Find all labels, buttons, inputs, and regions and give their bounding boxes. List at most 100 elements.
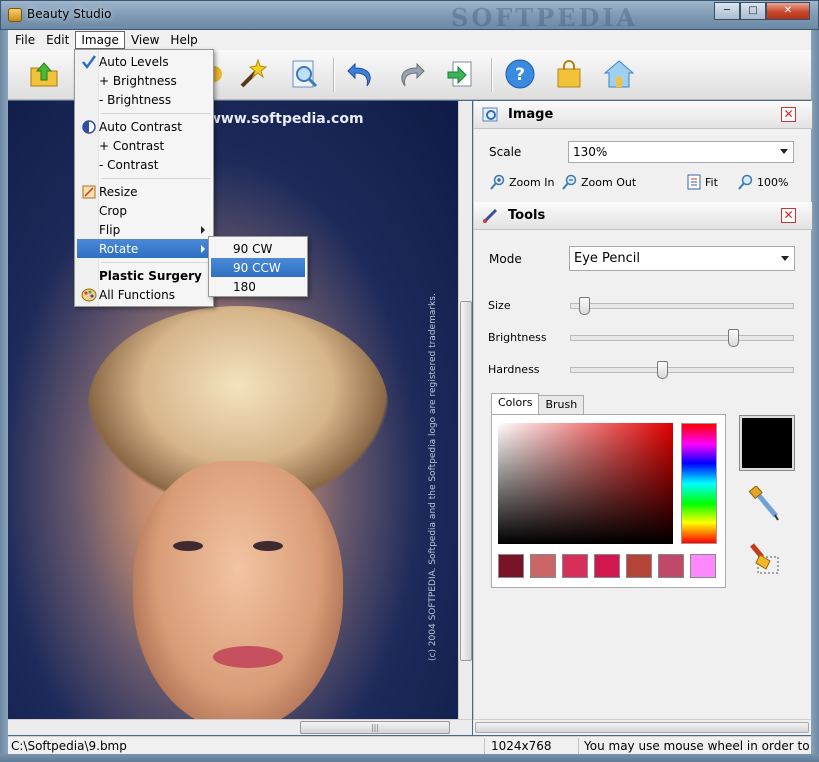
menu-item-plus-contrast[interactable]: + Contrast — [77, 136, 211, 155]
hardness-label: Hardness — [488, 363, 540, 376]
menu-item-label: - Brightness — [99, 93, 172, 107]
menu-item-crop[interactable]: Crop — [77, 201, 211, 220]
menu-item-label: Plastic Surgery — [99, 269, 202, 283]
menu-item-label: - Contrast — [99, 158, 159, 172]
color-swatch[interactable] — [498, 554, 524, 578]
mode-select[interactable]: Eye Pencil — [569, 246, 795, 271]
photo-face — [133, 461, 343, 719]
rotate-submenu: 90 CW 90 CCW 180 — [208, 236, 308, 297]
status-separator — [578, 738, 579, 754]
side-panel-scrollbar[interactable] — [473, 719, 811, 735]
menu-item-resize[interactable]: Resize — [77, 182, 211, 201]
zoom-out-label: Zoom Out — [581, 175, 637, 189]
menu-file[interactable]: File — [10, 32, 40, 48]
submenu-item-180[interactable]: 180 — [211, 277, 305, 296]
actual-size-button[interactable]: 100% — [738, 174, 788, 190]
brightness-slider-knob[interactable] — [727, 329, 739, 347]
mode-label: Mode — [489, 252, 522, 266]
brightness-slider-track — [570, 335, 794, 341]
menu-item-minus-brightness[interactable]: - Brightness — [77, 90, 211, 109]
submenu-item-90-ccw[interactable]: 90 CCW — [211, 258, 305, 277]
image-panel-header[interactable]: Image ✕ — [474, 101, 812, 129]
menu-item-auto-levels[interactable]: Auto Levels — [77, 52, 211, 71]
menu-item-label: Auto Contrast — [99, 120, 182, 134]
saturation-value-picker[interactable] — [498, 423, 673, 544]
zoom-out-button[interactable]: Zoom Out — [562, 174, 636, 190]
help-icon[interactable]: ? — [504, 58, 536, 90]
hardness-slider[interactable] — [570, 361, 794, 379]
menu-item-all-functions[interactable]: All Functions — [77, 285, 211, 304]
scale-select[interactable]: 130% — [568, 141, 794, 163]
menu-item-minus-contrast[interactable]: - Contrast — [77, 155, 211, 174]
menu-item-flip[interactable]: Flip — [77, 220, 211, 239]
fit-button[interactable]: Fit — [686, 174, 718, 190]
menu-edit[interactable]: Edit — [41, 32, 74, 48]
hardness-slider-track — [570, 367, 794, 373]
menu-item-auto-contrast[interactable]: Auto Contrast — [77, 117, 211, 136]
mode-value: Eye Pencil — [574, 251, 641, 266]
submenu-item-90-cw[interactable]: 90 CW — [211, 239, 305, 258]
brightness-label: Brightness — [488, 331, 547, 344]
vertical-scroll-thumb[interactable] — [460, 301, 472, 661]
canvas-horizontal-scrollbar[interactable]: ||| — [8, 719, 472, 735]
image-panel-close-button[interactable]: ✕ — [781, 107, 796, 122]
color-swatch[interactable] — [594, 554, 620, 578]
zoom-preview-icon[interactable] — [288, 58, 320, 90]
color-swatch[interactable] — [530, 554, 556, 578]
horizontal-scroll-thumb[interactable]: ||| — [300, 721, 450, 734]
hardness-slider-knob[interactable] — [657, 361, 669, 379]
menu-item-label: + Contrast — [99, 139, 165, 153]
shopping-bag-icon[interactable] — [553, 58, 585, 90]
size-slider[interactable] — [570, 297, 794, 315]
menu-item-plus-brightness[interactable]: + Brightness — [77, 71, 211, 90]
undo-icon[interactable] — [345, 58, 377, 90]
color-tabs: Colors Brush — [491, 393, 585, 415]
photo-lips — [213, 646, 283, 668]
zoom-in-button[interactable]: Zoom In — [490, 174, 554, 190]
color-swatch[interactable] — [658, 554, 684, 578]
size-label: Size — [488, 299, 511, 312]
tab-colors[interactable]: Colors — [491, 393, 540, 415]
zoom-out-icon — [562, 174, 577, 190]
contrast-icon — [82, 120, 96, 134]
side-panel-scroll-thumb[interactable] — [475, 722, 809, 733]
color-swatch[interactable] — [626, 554, 652, 578]
size-slider-track — [570, 303, 794, 309]
chevron-down-icon — [780, 149, 788, 154]
zoom-in-label: Zoom In — [509, 175, 555, 189]
menu-item-rotate[interactable]: Rotate — [77, 239, 211, 258]
menu-item-label: Crop — [99, 204, 128, 218]
tab-brush[interactable]: Brush — [538, 395, 585, 415]
eyedropper-icon[interactable] — [748, 486, 782, 524]
magic-wand-icon[interactable] — [236, 58, 268, 90]
window-frame-bottom — [0, 754, 819, 762]
tools-panel-title: Tools — [508, 208, 546, 223]
window-frame-right — [811, 30, 819, 754]
current-color-swatch[interactable] — [739, 415, 795, 471]
home-icon[interactable] — [603, 58, 635, 90]
hue-slider[interactable] — [681, 423, 717, 544]
fit-label: Fit — [705, 175, 718, 189]
maximize-button[interactable]: □ — [740, 2, 766, 20]
menu-item-label: + Brightness — [99, 74, 177, 88]
tools-panel-header[interactable]: Tools ✕ — [474, 202, 812, 230]
colors-tab-panel — [491, 414, 726, 588]
open-folder-icon[interactable] — [28, 58, 60, 90]
menu-view[interactable]: View — [126, 32, 164, 48]
canvas-vertical-scrollbar[interactable] — [458, 101, 472, 719]
brightness-slider[interactable] — [570, 329, 794, 347]
color-swatch[interactable] — [562, 554, 588, 578]
tools-panel-close-button[interactable]: ✕ — [781, 208, 796, 223]
menu-item-label: Auto Levels — [99, 55, 169, 69]
minimize-button[interactable]: ─ — [714, 2, 740, 20]
color-swatch[interactable] — [690, 554, 716, 578]
menu-help[interactable]: Help — [165, 32, 202, 48]
menu-item-plastic-surgery[interactable]: Plastic Surgery — [77, 266, 211, 285]
size-slider-knob[interactable] — [578, 297, 590, 315]
menu-image[interactable]: Image — [75, 31, 125, 49]
close-window-button[interactable]: ✕ — [766, 2, 810, 20]
redo-icon[interactable] — [395, 58, 427, 90]
canvas-copyright-text: (c) 2004 SOFTPEDIA. Softpedia and the So… — [428, 293, 438, 661]
export-icon[interactable] — [445, 58, 477, 90]
fill-brush-icon[interactable] — [748, 541, 782, 579]
